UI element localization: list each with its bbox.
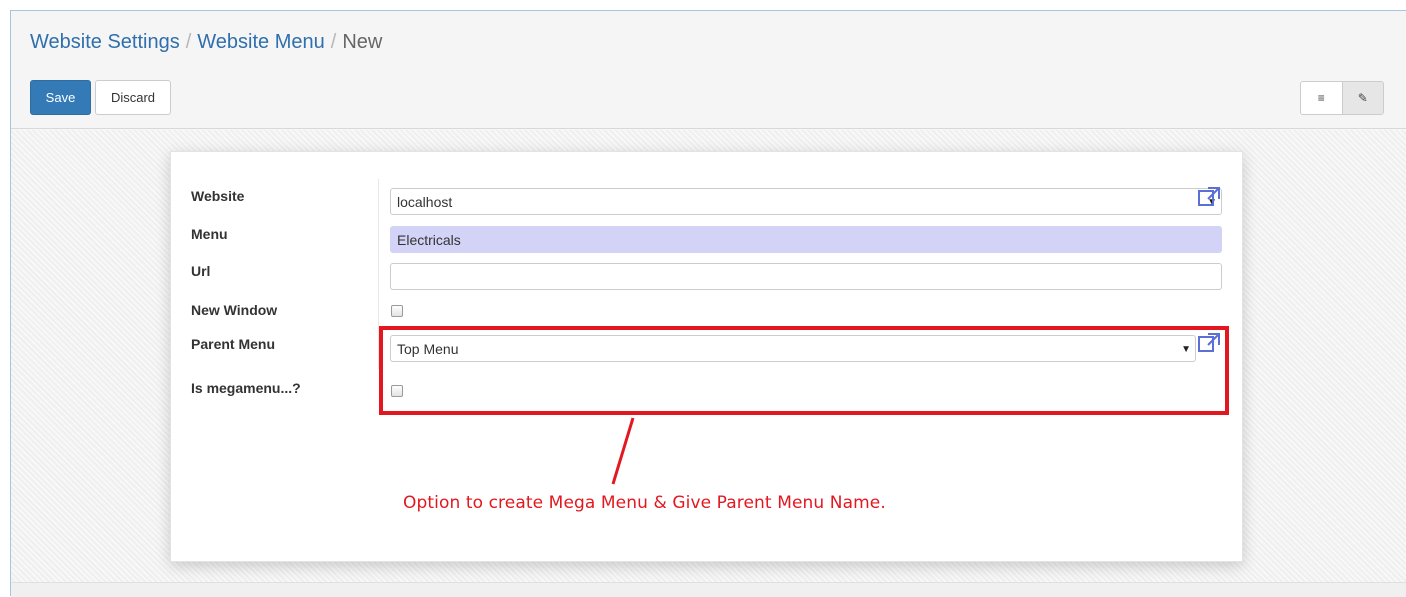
- form-sheet: Website localhost ▼ Menu Electricals Url…: [170, 151, 1243, 562]
- breadcrumb-separator: /: [185, 31, 192, 53]
- list-view-button[interactable]: ≡: [1301, 82, 1342, 114]
- odoo-window: Website Settings / Website Menu / New Save D…: [10, 10, 1406, 597]
- form-view-button[interactable]: ✎: [1341, 82, 1383, 114]
- list-icon: ≡: [1317, 91, 1325, 105]
- breadcrumb: Website Settings / Website Menu / New: [30, 31, 382, 54]
- save-button[interactable]: Save: [30, 80, 91, 115]
- control-panel: Website Settings / Website Menu / New Save D…: [11, 11, 1406, 129]
- content-area: Website localhost ▼ Menu Electricals Url…: [11, 130, 1406, 582]
- breadcrumb-website-menu[interactable]: Website Menu: [197, 31, 324, 53]
- discard-button[interactable]: Discard: [95, 80, 171, 115]
- breadcrumb-separator: /: [330, 31, 337, 53]
- view-switcher: ≡ ✎: [1300, 81, 1384, 115]
- edit-icon: ✎: [1357, 91, 1368, 105]
- annotation-text: Option to create Mega Menu & Give Parent…: [403, 493, 886, 513]
- breadcrumb-current: New: [342, 31, 383, 53]
- breadcrumb-website-settings[interactable]: Website Settings: [30, 31, 180, 53]
- footer-strip: [11, 582, 1406, 597]
